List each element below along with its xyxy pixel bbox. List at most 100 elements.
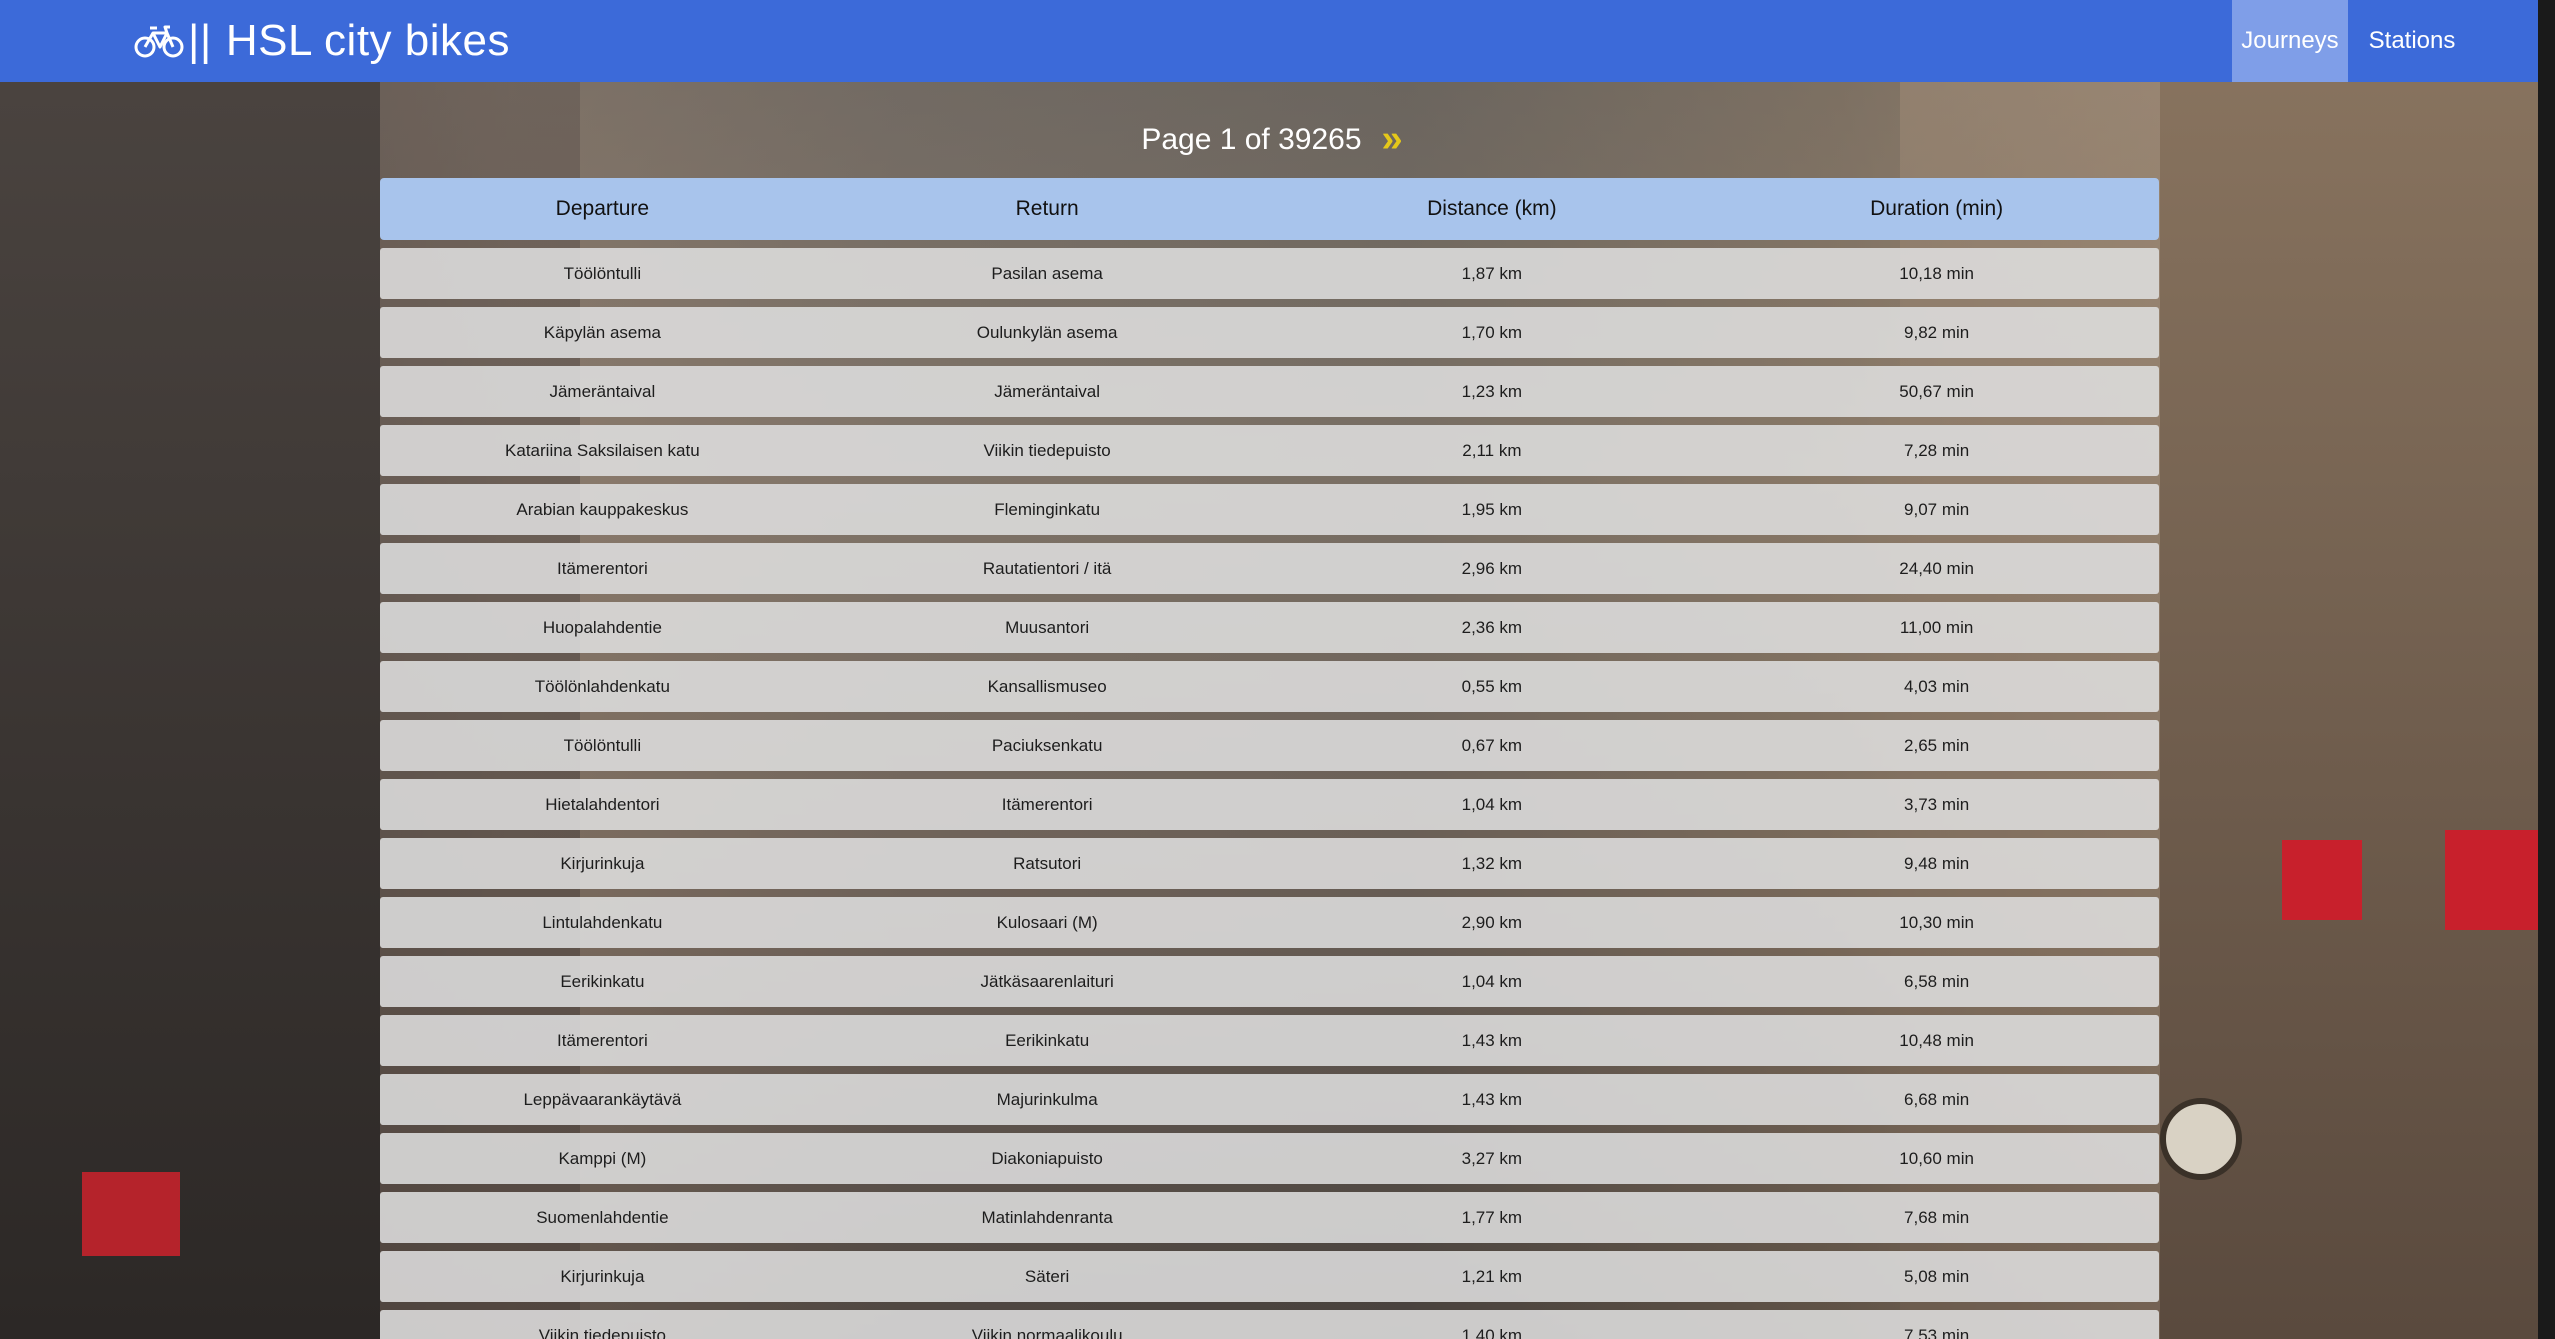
table-row[interactable]: Kamppi (M) Diakoniapuisto 3,27 km 10,60 min	[380, 1133, 2159, 1184]
cell-return: Matinlahdenranta	[981, 1207, 1113, 1227]
cell-departure: Viikin tiedepuisto	[538, 1325, 667, 1339]
table-row[interactable]: Leppävaarankäytävä Majurinkulma 1,43 km 6,6…	[380, 1074, 2159, 1125]
cell-duration: 10,48 min	[1899, 1030, 1974, 1050]
table-row[interactable]: Kirjurinkuja Säteri 1,21 km 5,08 min	[380, 1251, 2159, 1302]
table-row[interactable]: Lintulahdenkatu Kulosaari (M) 2,90 km 10,30…	[380, 897, 2159, 948]
cell-departure: Töölöntulli	[563, 735, 642, 755]
cell-distance: 0,55 km	[1461, 676, 1523, 696]
cell-return: Viikin tiedepuisto	[983, 440, 1111, 460]
next-page-icon[interactable]: »	[1382, 118, 1403, 161]
app-title: HSL city bikes	[225, 16, 510, 65]
pager: Page 1 of 39265 »	[0, 118, 2538, 161]
table-row[interactable]: Katariina Saksilaisen katu Viikin tiedepu…	[380, 425, 2159, 476]
cell-duration: 3,73 min	[1904, 794, 1970, 814]
cell-duration: 7,53 min	[1904, 1325, 1970, 1339]
cell-return: Fleminginkatu	[994, 499, 1101, 519]
cell-departure: Lintulahdenkatu	[542, 912, 663, 932]
cell-distance: 1,40 km	[1461, 1325, 1523, 1339]
cell-distance: 1,87 km	[1461, 263, 1523, 283]
cell-duration: 24,40 min	[1899, 558, 1974, 578]
cell-distance: 2,36 km	[1461, 617, 1523, 637]
cell-return: Ratsutori	[1013, 853, 1082, 873]
navbar: || HSL city bikes Journeys Stations	[0, 0, 2538, 82]
cell-return: Paciuksenkatu	[991, 735, 1103, 755]
cell-departure: Kamppi (M)	[558, 1148, 647, 1168]
table-row[interactable]: Töölönlahdenkatu Kansallismuseo 0,55 km 4,0…	[380, 661, 2159, 712]
table-row[interactable]: Huopalahdentie Muusantori 2,36 km 11,00 min	[380, 602, 2159, 653]
cell-duration: 10,60 min	[1899, 1148, 1974, 1168]
cell-departure: Leppävaarankäytävä	[523, 1089, 682, 1109]
table-row[interactable]: Jämeräntaival Jämeräntaival 1,23 km 50,67 m…	[380, 366, 2159, 417]
cell-duration: 7,28 min	[1904, 440, 1970, 460]
header-return[interactable]: Return	[825, 197, 1270, 221]
table-row[interactable]: Arabian kauppakeskus Fleminginkatu 1,95 km…	[380, 484, 2159, 535]
table-row[interactable]: Eerikinkatu Jätkäsaarenlaituri 1,04 km 6,58…	[380, 956, 2159, 1007]
cell-departure: Kirjurinkuja	[560, 853, 645, 873]
table-row[interactable]: Käpylän asema Oulunkylän asema 1,70 km 9,82…	[380, 307, 2159, 358]
table-row[interactable]: Viikin tiedepuisto Viikin normaalikoulu 1,…	[380, 1310, 2159, 1339]
cell-distance: 1,23 km	[1461, 381, 1523, 401]
cell-departure: Suomenlahdentie	[536, 1207, 669, 1227]
brand-link[interactable]: || HSL city bikes	[134, 16, 510, 66]
cell-return: Kulosaari (M)	[996, 912, 1098, 932]
cell-distance: 1,43 km	[1461, 1030, 1523, 1050]
header-departure[interactable]: Departure	[380, 197, 825, 221]
cell-duration: 2,65 min	[1904, 735, 1970, 755]
cell-duration: 9,07 min	[1904, 499, 1970, 519]
cell-return: Rautatientori / itä	[982, 558, 1112, 578]
cell-duration: 6,58 min	[1904, 971, 1970, 991]
cell-distance: 1,04 km	[1461, 971, 1523, 991]
cell-departure: Arabian kauppakeskus	[516, 499, 689, 519]
cell-distance: 1,70 km	[1461, 322, 1523, 342]
table-row[interactable]: Suomenlahdentie Matinlahdenranta 1,77 km 7,…	[380, 1192, 2159, 1243]
cell-distance: 1,04 km	[1461, 794, 1523, 814]
cell-return: Diakoniapuisto	[991, 1148, 1103, 1168]
bicycle-icon	[134, 25, 184, 58]
page-indicator: Page 1 of 39265	[1141, 122, 1362, 156]
cell-distance: 1,32 km	[1461, 853, 1523, 873]
cell-distance: 1,43 km	[1461, 1089, 1523, 1109]
cell-return: Jätkäsaarenlaituri	[980, 971, 1114, 991]
cell-return: Pasilan asema	[991, 263, 1103, 283]
table-row[interactable]: Itämerentori Rautatientori / itä 2,96 km 24…	[380, 543, 2159, 594]
header-distance[interactable]: Distance (km)	[1270, 197, 1715, 221]
cell-return: Säteri	[1024, 1266, 1070, 1286]
cell-duration: 9,82 min	[1904, 322, 1970, 342]
table-row[interactable]: Töölöntulli Paciuksenkatu 0,67 km 2,65 min	[380, 720, 2159, 771]
nav-stations[interactable]: Stations	[2348, 0, 2476, 82]
cell-duration: 11,00 min	[1899, 617, 1974, 637]
cell-departure: Itämerentori	[557, 1030, 648, 1050]
cell-return: Eerikinkatu	[1005, 1030, 1090, 1050]
cell-return: Kansallismuseo	[987, 676, 1107, 696]
cell-duration: 9,48 min	[1904, 853, 1970, 873]
cell-duration: 10,30 min	[1899, 912, 1974, 932]
cell-duration: 4,03 min	[1904, 676, 1970, 696]
table-row[interactable]: Kirjurinkuja Ratsutori 1,32 km 9,48 min	[380, 838, 2159, 889]
cell-distance: 1,21 km	[1461, 1266, 1523, 1286]
cell-return: Muusantori	[1005, 617, 1090, 637]
cell-distance: 0,67 km	[1461, 735, 1523, 755]
cell-distance: 2,11 km	[1462, 440, 1522, 460]
table-body: Töölöntulli Pasilan asema 1,87 km 10,18 min…	[380, 248, 2159, 1339]
cell-distance: 3,27 km	[1461, 1148, 1523, 1168]
scrollbar[interactable]	[2538, 0, 2555, 1339]
header-duration[interactable]: Duration (min)	[1714, 197, 2159, 221]
cell-return: Majurinkulma	[996, 1089, 1098, 1109]
cell-duration: 5,08 min	[1904, 1266, 1970, 1286]
table-row[interactable]: Itämerentori Eerikinkatu 1,43 km 10,48 min	[380, 1015, 2159, 1066]
cell-return: Jämeräntaival	[994, 381, 1101, 401]
cell-departure: Hietalahdentori	[545, 794, 660, 814]
nav-links: Journeys Stations	[2232, 0, 2476, 82]
cell-distance: 2,96 km	[1461, 558, 1523, 578]
table-row[interactable]: Töölöntulli Pasilan asema 1,87 km 10,18 min	[380, 248, 2159, 299]
nav-journeys[interactable]: Journeys	[2232, 0, 2348, 82]
cell-departure: Eerikinkatu	[560, 971, 645, 991]
cell-return: Oulunkylän asema	[976, 322, 1118, 342]
cell-distance: 1,95 km	[1461, 499, 1523, 519]
cell-departure: Töölöntulli	[563, 263, 642, 283]
cell-departure: Itämerentori	[557, 558, 648, 578]
table-row[interactable]: Hietalahdentori Itämerentori 1,04 km 3,73 m…	[380, 779, 2159, 830]
cell-return: Itämerentori	[1001, 794, 1093, 814]
cell-return: Viikin normaalikoulu	[971, 1325, 1123, 1339]
cell-departure: Katariina Saksilaisen katu	[505, 440, 700, 460]
